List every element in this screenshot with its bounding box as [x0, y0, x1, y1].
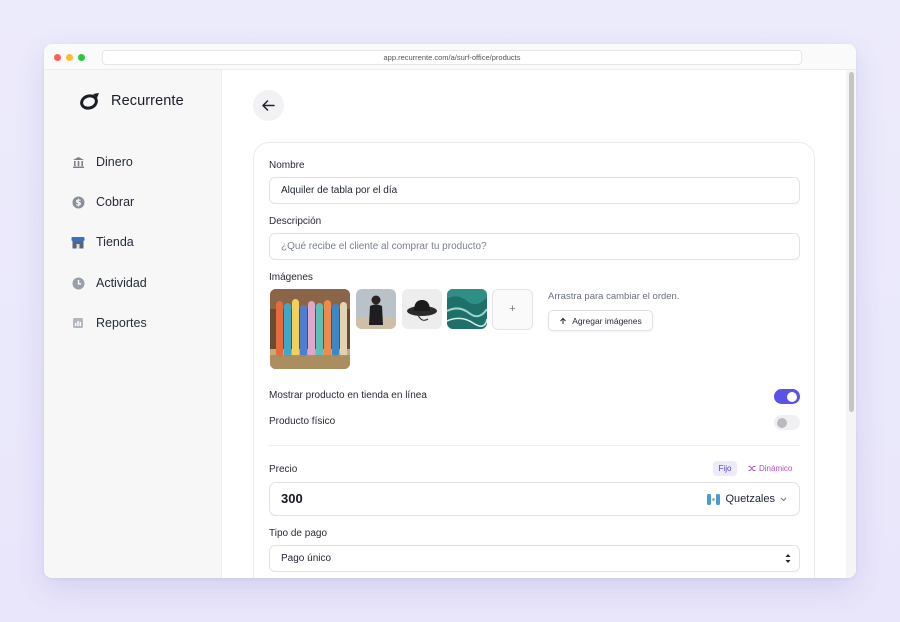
brand-logo[interactable]: Recurrente	[79, 92, 184, 110]
price-value: 300	[281, 491, 303, 506]
brand-name: Recurrente	[111, 93, 184, 109]
address-bar[interactable]: app.recurrente.com/a/surf-office/product…	[102, 50, 802, 65]
surfer-image	[356, 289, 396, 329]
scrollbar[interactable]	[846, 70, 856, 578]
scrollbar-thumb[interactable]	[849, 72, 854, 412]
close-window-button[interactable]	[54, 54, 61, 61]
payment-type-label: Tipo de pago	[269, 528, 328, 539]
report-icon	[71, 316, 85, 330]
price-label: Precio	[269, 464, 298, 475]
back-button[interactable]	[253, 90, 284, 121]
show-online-toggle[interactable]	[774, 389, 800, 404]
images-hint: Arrastra para cambiar el orden.	[548, 291, 680, 302]
physical-label: Producto físico	[269, 416, 336, 427]
store-icon	[71, 235, 85, 249]
recurrente-logo-icon	[80, 93, 99, 110]
currency-select[interactable]: Quetzales	[707, 483, 787, 515]
physical-toggle[interactable]	[774, 415, 800, 430]
browser-window: app.recurrente.com/a/surf-office/product…	[44, 44, 856, 578]
show-online-label: Mostrar producto en tienda en línea	[269, 390, 427, 401]
bank-icon	[71, 155, 85, 169]
payment-type-value: Pago único	[281, 553, 332, 564]
product-form-card: Nombre Alquiler de tabla por el día Desc…	[253, 142, 815, 578]
minimize-window-button[interactable]	[66, 54, 73, 61]
ocean-wave-image	[447, 289, 487, 329]
sidebar-item-actividad[interactable]: Actividad	[71, 276, 147, 290]
product-image-main[interactable]	[270, 289, 350, 369]
chevron-down-icon	[780, 497, 787, 501]
name-input[interactable]: Alquiler de tabla por el día	[269, 177, 800, 204]
guatemala-flag-icon	[707, 493, 721, 505]
sidebar-item-label: Cobrar	[96, 195, 135, 209]
divider	[269, 445, 800, 446]
payment-type-select[interactable]: Pago único	[269, 545, 800, 572]
sidebar-item-tienda[interactable]: Tienda	[71, 235, 134, 249]
sidebar-item-label: Tienda	[96, 235, 134, 249]
sidebar-item-cobrar[interactable]: $ Cobrar	[71, 195, 134, 209]
add-image-thumb[interactable]: +	[492, 289, 533, 330]
product-image-4[interactable]	[447, 289, 487, 329]
arrow-left-icon	[262, 100, 275, 111]
shuffle-icon	[748, 466, 756, 471]
images-label: Imágenes	[269, 272, 313, 283]
browser-chrome: app.recurrente.com/a/surf-office/product…	[44, 44, 856, 70]
sidebar-item-label: Actividad	[96, 276, 147, 290]
upload-icon	[560, 317, 567, 324]
price-mode-dynamic-label: Dinámico	[759, 464, 793, 473]
svg-text:$: $	[75, 198, 81, 208]
description-label: Descripción	[269, 216, 322, 227]
sidebar-item-dinero[interactable]: Dinero	[71, 155, 133, 169]
sidebar-item-label: Reportes	[96, 316, 147, 330]
maximize-window-button[interactable]	[78, 54, 85, 61]
product-image-2[interactable]	[356, 289, 396, 329]
product-image-3[interactable]	[402, 289, 442, 329]
clock-icon	[71, 276, 85, 290]
price-mode-fixed[interactable]: Fijo	[713, 461, 737, 476]
add-images-label: Agregar imágenes	[572, 315, 642, 326]
main-content: Nombre Alquiler de tabla por el día Desc…	[223, 70, 846, 578]
sidebar: Recurrente Dinero $ Cobrar Tienda Activi…	[44, 70, 222, 578]
price-input[interactable]: 300 Quetzales	[269, 482, 800, 516]
hat-image	[402, 289, 442, 329]
add-images-button[interactable]: Agregar imágenes	[548, 310, 653, 331]
currency-label: Quetzales	[725, 493, 775, 505]
dollar-circle-icon: $	[71, 195, 85, 209]
surfboards-image	[270, 289, 350, 369]
price-mode-dynamic[interactable]: Dinámico	[748, 461, 792, 476]
sidebar-item-label: Dinero	[96, 155, 133, 169]
sidebar-item-reportes[interactable]: Reportes	[71, 316, 147, 330]
name-label: Nombre	[269, 160, 305, 171]
description-input[interactable]: ¿Qué recibe el cliente al comprar tu pro…	[269, 233, 800, 260]
select-arrows-icon	[785, 554, 791, 563]
